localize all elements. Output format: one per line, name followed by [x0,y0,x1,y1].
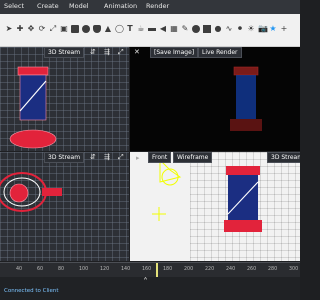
lantern-top-view [0,172,62,212]
lantern-render-left [9,66,57,149]
stream-button-bottom-left[interactable]: 3D Stream [44,152,85,163]
split-vertical-icon[interactable]: ⇵ [90,49,96,56]
stream-button-bottom-right[interactable]: 3D Stream [267,152,300,163]
timeline-playhead[interactable] [156,263,158,277]
timeline-tick-140: 140 [121,267,131,272]
teapot-icon[interactable]: ☕ [137,25,145,33]
menu-render[interactable]: Render [146,2,169,10]
cylinder-icon[interactable] [93,25,101,33]
expand-icon[interactable]: ⤢ [118,154,124,161]
chevron-up-icon[interactable]: ˄ [143,277,148,288]
cube-icon[interactable]: ▣ [60,25,68,33]
viewport-top-left[interactable]: 3D Stream ⇵ ⇶ ⤢ [0,47,129,151]
status-bar: ˄ Connected to Client [0,277,300,300]
move-icon[interactable]: ✚ [16,25,24,33]
timeline-tick-80: 80 [58,267,65,272]
menu-model[interactable]: Model [69,2,89,10]
box-icon[interactable] [71,25,79,33]
timeline-tick-160: 160 [142,267,152,272]
cone-icon[interactable]: ▲ [104,25,112,33]
viewport-top-right[interactable]: ✕ [Save Image] Live Render [130,47,300,151]
timeline-tick-240: 240 [226,267,236,272]
menu-create[interactable]: Create [37,2,59,10]
timeline[interactable]: 40 60 80 100 120 140 160 180 200 220 240… [0,262,300,277]
text-icon[interactable]: T [126,25,134,33]
menu-select[interactable]: Select [4,2,24,10]
split-vertical-icon[interactable]: ⇵ [90,154,96,161]
timeline-tick-200: 200 [184,267,194,272]
square-icon[interactable] [203,25,211,33]
plus-icon[interactable]: + [280,25,288,33]
timeline-tick-260: 260 [247,267,257,272]
plane-icon[interactable] [148,28,156,31]
select-arrow-icon[interactable]: ➤ [5,25,13,33]
expand-icon[interactable]: ⤢ [118,49,124,56]
menu-animation[interactable]: Animation [104,2,137,10]
stream-button-top-left[interactable]: 3D Stream [44,47,85,58]
rotate-icon[interactable]: ⟳ [38,25,46,33]
brush-icon[interactable]: ✎ [181,25,189,33]
lantern-front-view [152,158,262,232]
split-horizontal-icon[interactable]: ⇶ [104,49,110,56]
split-horizontal-icon[interactable]: ⇶ [104,154,110,161]
torus-icon[interactable]: ◯ [115,25,124,33]
bone-icon[interactable]: ● [214,25,222,33]
timeline-tick-100: 100 [79,267,89,272]
light-icon[interactable]: ☀ [247,25,255,33]
move-arrows-icon[interactable]: ✥ [27,25,35,33]
chevron-icon[interactable]: ▸ [136,155,140,162]
viewport-bottom-left[interactable]: 3D Stream ⇵ ⇶ ⤢ [0,152,129,261]
timeline-tick-120: 120 [100,267,110,272]
sphere-icon[interactable] [82,25,90,33]
close-render-icon[interactable]: ✕ [134,49,140,56]
timeline-tick-280: 280 [268,267,278,272]
timeline-tick-180: 180 [163,267,173,272]
view-front-button[interactable]: Front [148,152,172,163]
nurbs-icon[interactable]: ⚫ [236,25,244,33]
connection-status: Connected to Client [4,288,59,294]
spline-icon[interactable]: ∿ [225,25,233,33]
triangle-icon[interactable]: ◀ [159,25,167,33]
timeline-tick-220: 220 [205,267,215,272]
camera-icon[interactable]: 📷 [258,25,268,33]
circle-icon[interactable] [192,25,200,33]
live-render-button[interactable]: Live Render [198,47,242,58]
view-wireframe-button[interactable]: Wireframe [173,152,213,163]
scale-icon[interactable]: ⤢ [49,25,57,33]
timeline-tick-300: 300 [289,267,299,272]
timeline-tick-40: 40 [16,267,23,272]
mesh-icon[interactable]: ▦ [170,25,178,33]
lantern-render-right [230,66,262,131]
menu-bar: Select Create Model Animation Render [0,0,300,14]
viewport-bottom-right[interactable]: ▸ Front Wireframe 3D Stream [130,152,300,261]
timeline-tick-60: 60 [37,267,44,272]
puppet-icon[interactable]: ★ [269,25,277,33]
save-image-button[interactable]: [Save Image] [150,47,199,58]
